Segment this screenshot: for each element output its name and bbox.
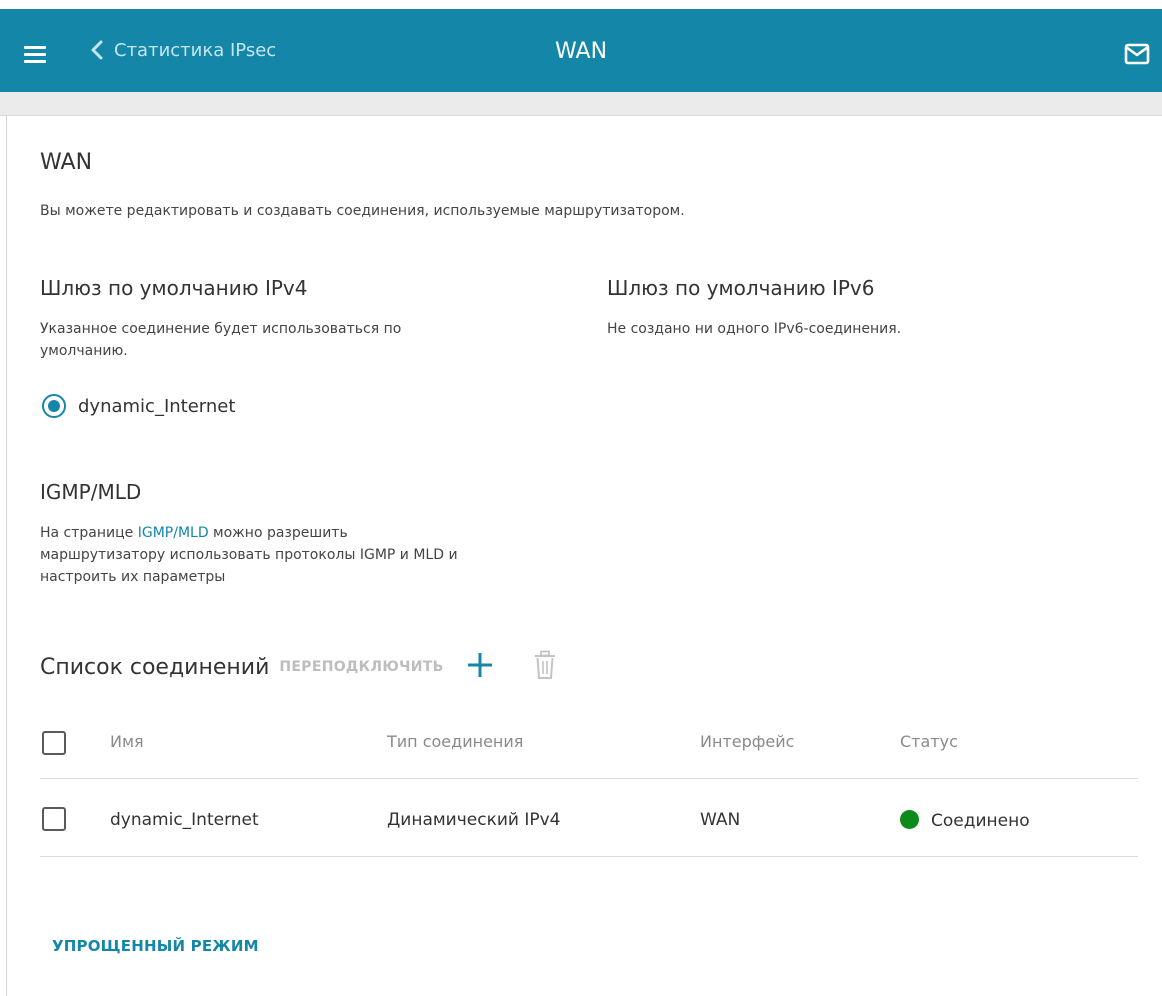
back-button[interactable]: Статистика IPsec bbox=[90, 39, 276, 61]
column-header-status: Статус bbox=[900, 732, 958, 751]
connection-status: Соединено bbox=[900, 810, 1030, 831]
igmp-text: можно разрешить bbox=[208, 525, 348, 541]
page-intro: Вы можете редактировать и создавать соед… bbox=[40, 203, 685, 219]
igmp-description: На странице IGMP/MLD можно разрешить мар… bbox=[40, 522, 458, 588]
ipv6-gateway-description: Не создано ни одного IPv6-соединения. bbox=[607, 321, 902, 337]
column-header-name: Имя bbox=[110, 732, 144, 751]
column-header-interface: Интерфейс bbox=[700, 732, 795, 751]
back-label: Статистика IPsec bbox=[114, 39, 277, 61]
trash-icon bbox=[534, 650, 555, 679]
igmp-line1: На странице IGMP/MLD можно разрешить bbox=[40, 522, 458, 544]
ipv4-gateway-title: Шлюз по умолчанию IPv4 bbox=[40, 276, 308, 300]
connection-type: Динамический IPv4 bbox=[387, 810, 561, 830]
igmp-line3: настроить их параметры bbox=[40, 569, 226, 585]
ipv4-gateway-description: Указанное соединение будет использоватьс… bbox=[40, 318, 401, 362]
igmp-text: На странице bbox=[40, 525, 138, 541]
connection-name: dynamic_Internet bbox=[110, 810, 259, 830]
status-dot-icon bbox=[900, 810, 919, 829]
select-all-checkbox[interactable] bbox=[42, 731, 66, 755]
ipv4-gateway-radio[interactable]: dynamic_Internet bbox=[42, 394, 235, 418]
connections-header: Список соединений ПЕРЕПОДКЛЮЧИТЬ bbox=[40, 650, 556, 684]
row-checkbox[interactable] bbox=[42, 807, 66, 831]
radio-selected-icon[interactable] bbox=[42, 394, 66, 418]
connections-table: Имя Тип соединения Интерфейс Статус dyna… bbox=[40, 713, 1138, 857]
ipv6-gateway-title: Шлюз по умолчанию IPv6 bbox=[607, 276, 875, 300]
content-border bbox=[6, 116, 7, 996]
delete-button[interactable] bbox=[534, 650, 556, 684]
add-connection-button[interactable] bbox=[466, 651, 494, 683]
status-label: Соединено bbox=[931, 811, 1030, 831]
mail-icon bbox=[1124, 43, 1150, 65]
table-header-row: Имя Тип соединения Интерфейс Статус bbox=[40, 713, 1138, 779]
plus-icon bbox=[467, 653, 492, 677]
reconnect-button[interactable]: ПЕРЕПОДКЛЮЧИТЬ bbox=[279, 659, 443, 675]
ipv4-desc-line1: Указанное соединение будет использоватьс… bbox=[40, 321, 402, 337]
radio-label: dynamic_Internet bbox=[78, 395, 236, 417]
menu-icon[interactable] bbox=[24, 46, 46, 63]
igmp-line2: маршрутизатору использовать протоколы IG… bbox=[40, 547, 458, 563]
igmp-title: IGMP/MLD bbox=[40, 480, 142, 504]
igmp-link[interactable]: IGMP/MLD bbox=[138, 525, 209, 541]
page-title: WAN bbox=[40, 150, 93, 175]
chevron-left-icon bbox=[91, 40, 103, 60]
connections-title: Список соединений bbox=[40, 654, 270, 680]
connection-interface: WAN bbox=[700, 810, 741, 830]
mail-button[interactable] bbox=[1124, 43, 1150, 69]
header-divider bbox=[0, 92, 1162, 116]
top-bar: Статистика IPsec WAN bbox=[0, 0, 1162, 92]
column-header-type: Тип соединения bbox=[387, 732, 524, 751]
simple-mode-link[interactable]: УПРОЩЕННЫЙ РЕЖИМ bbox=[52, 937, 259, 955]
ipv4-desc-line2: умолчанию. bbox=[40, 343, 128, 359]
table-row[interactable]: dynamic_Internet Динамический IPv4 WAN С… bbox=[40, 779, 1138, 857]
